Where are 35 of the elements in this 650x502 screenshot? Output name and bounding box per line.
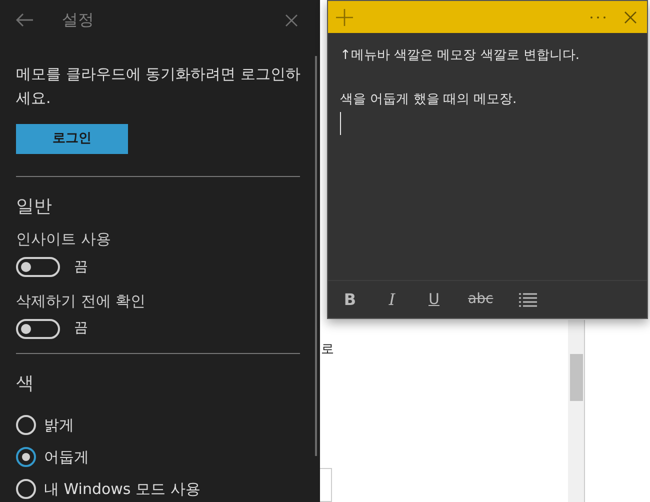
bold-button[interactable]: B [342, 288, 358, 312]
toggle-state: 끔 [74, 319, 88, 338]
close-icon[interactable] [624, 10, 637, 24]
radio-label: 내 Windows 모드 사용 [44, 478, 200, 500]
radio-label: 어둡게 [44, 446, 89, 468]
toggle-state: 끔 [74, 258, 88, 276]
sync-message: 메모를 클라우드에 동기화하려면 로그인하세요. [16, 64, 302, 109]
back-arrow-icon[interactable] [16, 13, 34, 27]
text-fragment: 로 [321, 341, 334, 359]
radio-button[interactable] [16, 479, 36, 499]
add-icon[interactable] [336, 8, 353, 26]
list-icon[interactable] [519, 292, 538, 306]
close-icon[interactable] [285, 14, 298, 26]
frame-border [320, 468, 332, 502]
section-heading: 색 [16, 372, 35, 396]
toggle-label: 인사이트 사용 [16, 229, 112, 250]
note-text: 색을 어둡게 했을 때의 메모장. [340, 91, 518, 109]
toggle-label: 삭제하기 전에 확인 [16, 290, 147, 312]
note-body[interactable]: ↑메뉴바 색깔은 메모장 색깔로 변합니다. 색을 어둡게 했을 때의 메모장. [328, 33, 647, 280]
text-cursor [340, 112, 341, 135]
scrollbar-thumb[interactable] [570, 354, 582, 401]
italic-button[interactable]: I [384, 288, 400, 312]
radio-button[interactable] [16, 447, 36, 467]
underline-button[interactable]: U [426, 288, 442, 311]
toggle-switch[interactable] [16, 257, 60, 277]
radio-label: 밝게 [44, 414, 74, 436]
more-icon[interactable] [590, 16, 606, 18]
toggle-switch[interactable] [16, 318, 60, 338]
panel-title: 설정 [62, 9, 94, 31]
section-heading: 일반 [16, 195, 53, 219]
note-text: ↑메뉴바 색깔은 메모장 색깔로 변합니다. [340, 47, 581, 65]
radio-button[interactable] [16, 415, 36, 435]
scrollbar[interactable] [315, 56, 317, 456]
strikethrough-button[interactable]: abc [468, 289, 494, 310]
login-button[interactable]: 로그인 [16, 124, 128, 154]
